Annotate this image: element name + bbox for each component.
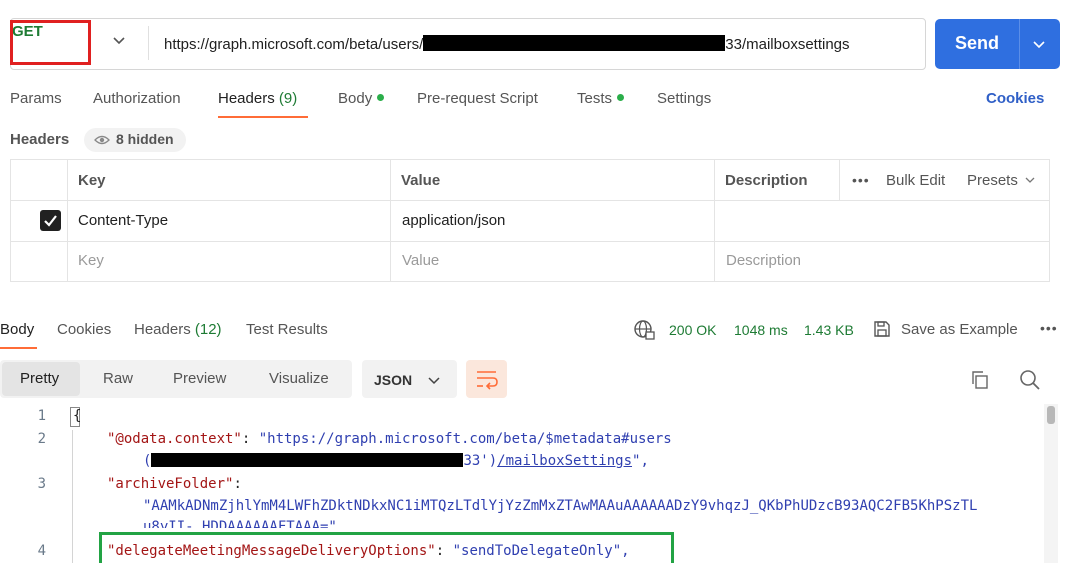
json-key: "archiveFolder"	[107, 476, 234, 492]
column-divider	[839, 159, 840, 200]
copy-icon[interactable]	[970, 370, 990, 390]
send-label: Send	[955, 33, 1000, 53]
header-value-cell[interactable]: application/json	[402, 212, 505, 229]
status-dot-icon	[617, 94, 625, 101]
tab-headers-label: Headers	[218, 90, 275, 107]
hidden-count: 8 hidden	[116, 131, 174, 147]
tab-prerequest-script[interactable]: Pre-request Script	[417, 90, 538, 107]
headers-section-title: Headers	[10, 131, 70, 148]
column-header-description: Description	[725, 172, 808, 189]
response-headers-label: Headers	[134, 321, 191, 338]
new-description-input[interactable]: Description	[726, 252, 801, 269]
url-divider	[148, 26, 149, 60]
view-preview[interactable]: Preview	[173, 370, 226, 387]
response-headers-count: (12)	[194, 321, 222, 338]
view-visualize[interactable]: Visualize	[269, 370, 329, 387]
json-link[interactable]: /mailboxSettings	[497, 453, 632, 469]
code-line: "@odata.context": "https://graph.microso…	[107, 431, 672, 447]
column-divider	[390, 159, 391, 282]
header-enabled-checkbox[interactable]	[40, 210, 61, 231]
json-value: 33')	[463, 453, 498, 469]
redaction-bar	[151, 453, 464, 467]
redaction-bar	[423, 35, 726, 51]
response-tab-test-results[interactable]: Test Results	[246, 321, 328, 338]
scrollbar-thumb[interactable]	[1047, 406, 1055, 424]
json-value: (	[143, 453, 152, 469]
send-divider	[1019, 19, 1020, 69]
response-tab-headers[interactable]: Headers (12)	[134, 321, 222, 338]
presets-dropdown[interactable]: Presets	[967, 172, 1035, 189]
status-code[interactable]: 200 OK	[669, 322, 716, 338]
chevron-down-icon	[1025, 177, 1035, 183]
save-as-example-button[interactable]: Save as Example	[901, 321, 1018, 338]
wrap-lines-icon	[477, 371, 498, 390]
vertical-scrollbar[interactable]	[1044, 404, 1058, 563]
code-line: "archiveFolder":	[107, 476, 242, 492]
json-key: "@odata.context"	[107, 431, 242, 447]
status-dot-icon	[377, 94, 385, 101]
json-value: "AAMkADNmZjhlYmM4LWFhZDktNDkxNC1iMTQzLTd…	[143, 498, 978, 514]
globe-lock-icon[interactable]	[633, 319, 655, 341]
view-pretty[interactable]: Pretty	[20, 370, 59, 387]
checkmark-icon	[44, 215, 57, 227]
chevron-down-icon[interactable]	[112, 33, 126, 47]
tab-tests[interactable]: Tests	[577, 90, 625, 107]
url-suffix: 33/mailboxsettings	[725, 36, 850, 53]
eye-icon	[94, 135, 110, 145]
new-key-input[interactable]: Key	[78, 252, 104, 269]
json-value: ",	[632, 453, 649, 469]
format-select[interactable]: JSON	[362, 360, 457, 398]
line-number: 2	[37, 431, 46, 447]
column-divider	[714, 159, 715, 282]
more-options-icon[interactable]: •••	[1040, 320, 1058, 336]
tab-body[interactable]: Body	[338, 90, 385, 107]
more-options-icon[interactable]: •••	[852, 172, 870, 188]
bulk-edit-button[interactable]: Bulk Edit	[886, 172, 945, 189]
header-key-cell[interactable]: Content-Type	[78, 212, 168, 229]
response-size[interactable]: 1.43 KB	[804, 322, 854, 338]
code-clipped-line: u8yII-_HDDAAAAAAFTAAA=",	[143, 519, 345, 528]
row-divider	[10, 241, 1050, 242]
column-header-value: Value	[401, 172, 441, 189]
line-number: 4	[37, 543, 46, 559]
active-tab-indicator	[0, 347, 37, 349]
tab-tests-label: Tests	[577, 90, 613, 107]
chevron-down-icon[interactable]	[1032, 37, 1046, 51]
indent-guide	[72, 430, 73, 563]
format-label: JSON	[374, 372, 413, 388]
highlight-box	[99, 532, 674, 563]
json-value: u8yII-_HDDAAAAAAFTAAA=",	[143, 519, 346, 528]
response-tab-body[interactable]: Body	[0, 321, 34, 338]
tab-authorization[interactable]: Authorization	[93, 90, 181, 107]
active-tab-indicator	[218, 116, 308, 118]
hidden-headers-toggle[interactable]: 8 hidden	[84, 128, 186, 152]
tab-headers-count: (9)	[278, 90, 298, 107]
row-divider	[10, 200, 1050, 201]
search-icon[interactable]	[1019, 369, 1041, 391]
json-value: "https://graph.microsoft.com/beta/$metad…	[258, 431, 672, 447]
presets-label: Presets	[967, 172, 1018, 189]
line-number: 1	[37, 408, 46, 424]
column-header-key: Key	[78, 172, 106, 189]
method-highlight-box	[10, 20, 91, 65]
column-divider	[67, 159, 68, 282]
wrap-lines-button[interactable]	[466, 360, 507, 398]
code-open-brace: {	[73, 408, 82, 424]
url-input[interactable]: https://graph.microsoft.com/beta/users/3…	[164, 35, 850, 53]
tab-settings[interactable]: Settings	[657, 90, 711, 107]
tab-body-label: Body	[338, 90, 373, 107]
cookies-link[interactable]: Cookies	[986, 90, 1044, 107]
new-value-input[interactable]: Value	[402, 252, 439, 269]
line-number: 3	[37, 476, 46, 492]
chevron-down-icon	[428, 377, 440, 385]
code-line: (33')/mailboxSettings",	[143, 453, 649, 469]
tab-headers[interactable]: Headers (9)	[218, 90, 297, 107]
send-button[interactable]: Send	[935, 19, 1060, 69]
save-icon[interactable]	[873, 320, 891, 338]
view-raw[interactable]: Raw	[103, 370, 133, 387]
response-time[interactable]: 1048 ms	[734, 322, 788, 338]
tab-params[interactable]: Params	[10, 90, 62, 107]
url-prefix: https://graph.microsoft.com/beta/users/	[164, 36, 424, 53]
response-tab-cookies[interactable]: Cookies	[57, 321, 111, 338]
